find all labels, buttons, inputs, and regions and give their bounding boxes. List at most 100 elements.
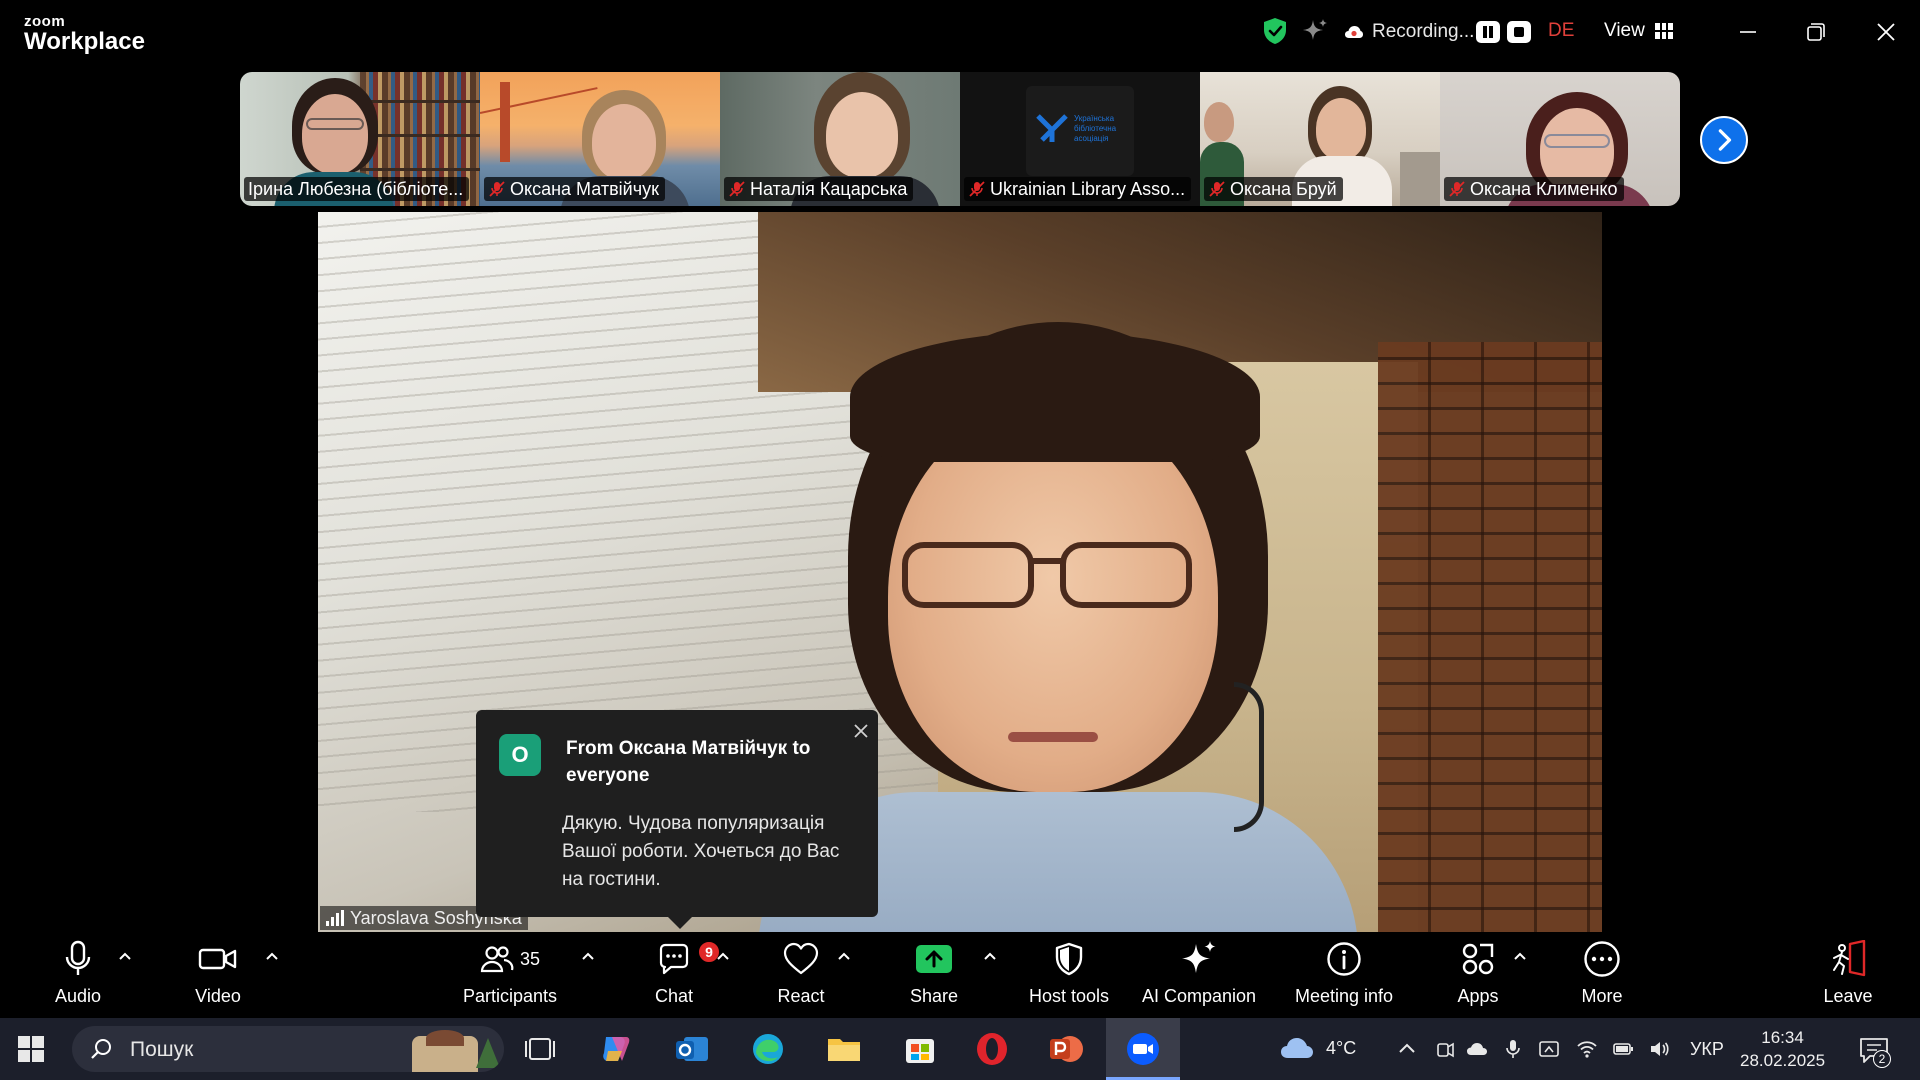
zoom-workplace-logo: zoom Workplace	[24, 14, 145, 54]
apps-icon	[1462, 943, 1494, 975]
microphone-tray-icon[interactable]	[1502, 1038, 1524, 1060]
more-label: More	[1581, 986, 1623, 1006]
meeting-info-button[interactable]: Meeting info	[1288, 932, 1400, 1018]
weather-temperature[interactable]: 4°C	[1326, 1038, 1356, 1059]
apps-options-chevron-icon[interactable]	[1512, 950, 1528, 962]
host-tools-button[interactable]: Host tools	[1024, 932, 1114, 1018]
sender-avatar: O	[499, 734, 541, 776]
microphone-icon	[65, 940, 91, 975]
muted-mic-icon	[1449, 181, 1465, 197]
microsoft-store-icon[interactable]	[898, 1027, 942, 1071]
weather-cloud-icon[interactable]	[1280, 1036, 1314, 1062]
restore-button[interactable]	[1798, 14, 1834, 50]
leave-button[interactable]: Leave	[1818, 932, 1878, 1018]
participants-button[interactable]: 35 Participants	[456, 932, 564, 1018]
zoom-app-icon	[1127, 1033, 1159, 1065]
search-icon	[91, 1039, 111, 1059]
file-explorer-icon[interactable]	[822, 1027, 866, 1071]
title-bar: zoom Workplace Recording... DE View	[0, 0, 1920, 62]
screen-capture-icon[interactable]	[1538, 1038, 1560, 1060]
tray-app-icon[interactable]	[1434, 1038, 1456, 1060]
share-button[interactable]: Share	[898, 932, 970, 1018]
logo-line-2: бібліотечна	[1074, 124, 1117, 133]
stop-recording-button[interactable]	[1507, 21, 1531, 43]
minimize-button[interactable]	[1730, 14, 1766, 50]
language-indicator[interactable]: DE	[1548, 20, 1574, 42]
chat-notification-popup[interactable]: O From Оксана Матвійчук to everyone Дяку…	[476, 710, 878, 929]
system-clock[interactable]: 16:34 28.02.2025	[1740, 1026, 1825, 1072]
leave-door-icon	[1833, 940, 1866, 977]
shield-check-icon[interactable]	[1262, 17, 1288, 45]
pause-recording-button[interactable]	[1476, 21, 1500, 43]
show-hidden-icons-chevron-icon[interactable]	[1396, 1038, 1418, 1060]
edge-browser-icon[interactable]	[746, 1027, 790, 1071]
more-button[interactable]: More	[1574, 932, 1630, 1018]
more-dots-icon	[1584, 941, 1620, 977]
logo-bottom-text: Workplace	[24, 28, 145, 55]
audio-label: Audio	[54, 986, 102, 1006]
close-window-button[interactable]	[1868, 14, 1904, 50]
participant-name: Оксана Клименко	[1470, 178, 1618, 199]
chat-options-chevron-icon[interactable]	[715, 950, 731, 962]
ukrainian-library-association-logo: Українська бібліотечна асоціація	[1026, 86, 1134, 176]
taskbar-zoom-active[interactable]	[1106, 1018, 1180, 1080]
participant-thumbnail[interactable]: Українська бібліотечна асоціація Ukraini…	[960, 72, 1200, 206]
participant-thumbnail[interactable]: Оксана Матвійчук	[480, 72, 720, 206]
next-page-button[interactable]	[1700, 116, 1748, 164]
meeting-info-label: Meeting info	[1294, 986, 1394, 1006]
share-label: Share	[909, 986, 959, 1006]
participants-options-chevron-icon[interactable]	[580, 950, 596, 962]
opera-browser-icon[interactable]	[970, 1027, 1014, 1071]
logo-line-1: Українська	[1074, 114, 1115, 123]
taskbar-search-box[interactable]: Пошук	[72, 1026, 504, 1072]
participant-thumbnail[interactable]: Наталія Кацарська	[720, 72, 960, 206]
copilot-icon[interactable]	[594, 1027, 638, 1071]
recording-indicator[interactable]: Recording...	[1344, 18, 1474, 46]
keyboard-language[interactable]: УКР	[1690, 1039, 1724, 1060]
recording-label: Recording...	[1372, 21, 1475, 42]
video-options-chevron-icon[interactable]	[264, 950, 280, 962]
powerpoint-icon[interactable]	[1044, 1027, 1088, 1071]
volume-icon[interactable]	[1648, 1038, 1670, 1060]
participant-name-tag: Наталія Кацарська	[724, 177, 914, 201]
battery-icon[interactable]	[1612, 1038, 1634, 1060]
participants-label: Participants	[462, 986, 558, 1006]
chat-button[interactable]: 9 Chat	[640, 932, 721, 1018]
ai-companion-label: AI Companion	[1141, 986, 1257, 1006]
info-icon	[1327, 942, 1361, 976]
onedrive-cloud-icon[interactable]	[1466, 1038, 1488, 1060]
task-view-icon[interactable]	[518, 1027, 562, 1071]
clock-date: 28.02.2025	[1740, 1051, 1826, 1070]
outlook-icon[interactable]	[670, 1027, 714, 1071]
host-tools-label: Host tools	[1028, 986, 1110, 1006]
participant-thumbnail[interactable]: Ірина Любезна (бібліоте...	[240, 72, 480, 206]
logo-top-text: zoom	[24, 13, 66, 30]
participant-thumbnail[interactable]: Оксана Бруй	[1200, 72, 1440, 206]
react-button[interactable]: React	[766, 932, 836, 1018]
share-options-chevron-icon[interactable]	[982, 950, 998, 962]
apps-button[interactable]: Apps	[1448, 932, 1508, 1018]
audio-button[interactable]: Audio	[42, 932, 114, 1018]
participant-name-tag: Ukrainian Library Asso...	[964, 177, 1192, 201]
ai-companion-button[interactable]: AI Companion	[1136, 932, 1262, 1018]
participant-name-tag: Оксана Клименко	[1444, 177, 1624, 201]
video-button[interactable]: Video	[180, 932, 256, 1018]
participant-thumbnail-strip: Ірина Любезна (бібліоте... Оксана Матвій…	[240, 72, 1680, 206]
participant-name: Оксана Матвійчук	[510, 178, 659, 199]
clock-time: 16:34	[1761, 1028, 1804, 1047]
view-button[interactable]: View	[1604, 20, 1673, 42]
sender-avatar-letter: O	[511, 742, 529, 767]
video-label: Video	[195, 986, 241, 1006]
participant-name: Ірина Любезна (бібліоте...	[248, 178, 464, 199]
participant-name-tag: Оксана Матвійчук	[484, 177, 665, 201]
close-icon[interactable]	[850, 720, 872, 742]
ai-sparkle-icon[interactable]	[1302, 18, 1328, 44]
cloud-recording-icon	[1345, 26, 1363, 38]
participants-count: 35	[519, 948, 541, 969]
wifi-icon[interactable]	[1576, 1038, 1598, 1060]
apps-label: Apps	[1457, 986, 1499, 1006]
audio-options-chevron-icon[interactable]	[117, 950, 133, 962]
windows-start-icon[interactable]	[18, 1036, 44, 1062]
participant-thumbnail[interactable]: Оксана Клименко	[1440, 72, 1680, 206]
react-options-chevron-icon[interactable]	[836, 950, 852, 962]
